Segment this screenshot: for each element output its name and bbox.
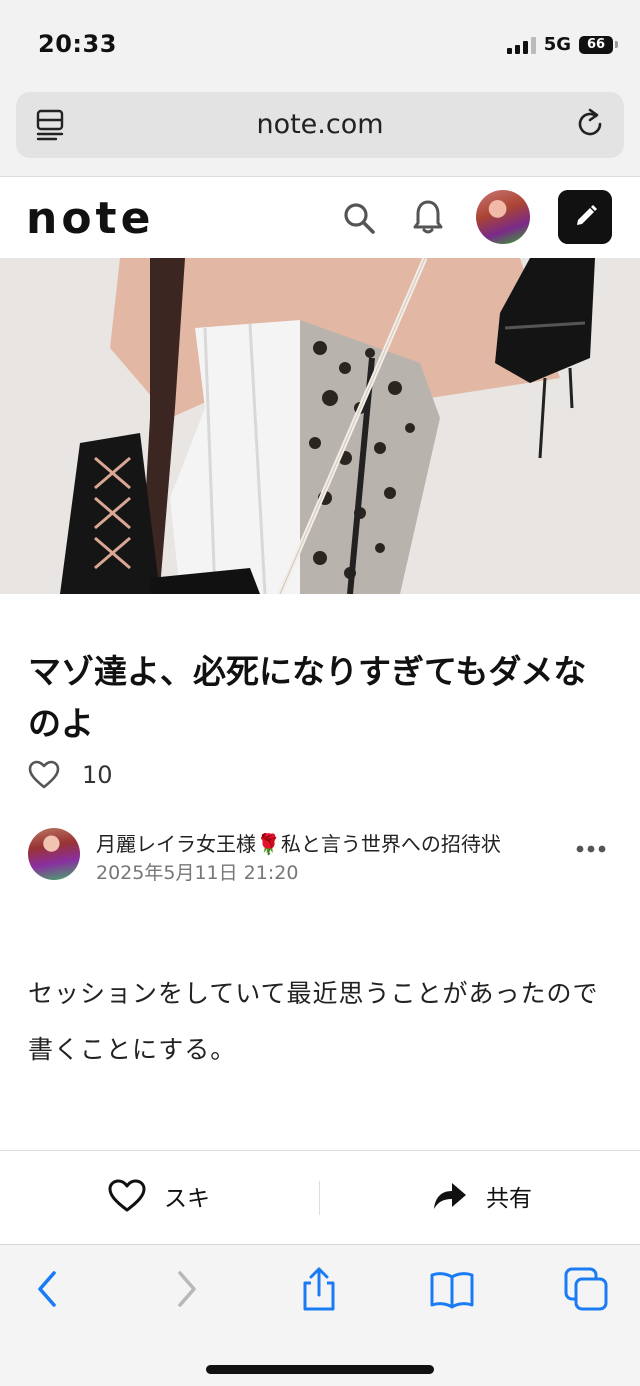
like-summary[interactable]: 10 (28, 760, 113, 790)
article-title: マゾ達よ、必死になりすぎてもダメなのよ (28, 652, 587, 743)
signal-icon (506, 36, 536, 54)
url-text[interactable]: note.com (16, 109, 624, 140)
article: マゾ達よ、必死になりすぎてもダメなのよ 10 月麗レイラ女王様🌹私と言う世界への… (0, 594, 640, 1150)
article-body: セッションをしていて最近思うことがあったので書くことにする。 (28, 979, 599, 1064)
share-label: 共有 (486, 1186, 532, 1212)
bookmarks-icon[interactable] (430, 1267, 474, 1311)
heart-icon[interactable] (28, 760, 60, 790)
share-arrow-icon (434, 1183, 466, 1209)
like-button[interactable]: スキ (108, 1179, 210, 1213)
battery-icon: 66 (579, 35, 618, 54)
author-name[interactable]: 月麗レイラ女王様🌹私と言う世界への招待状 (96, 828, 501, 857)
site-header: note (0, 176, 640, 258)
heart-outline-icon (108, 1179, 146, 1212)
article-action-bar: スキ 共有 (0, 1150, 640, 1244)
article-header-image (0, 258, 640, 594)
address-bar[interactable]: note.com (16, 92, 624, 158)
browser-toolbar (0, 1244, 640, 1386)
author-info: 月麗レイラ女王様🌹私と言う世界への招待状 2025年5月11日 21:20 (28, 826, 612, 884)
reload-icon[interactable] (572, 106, 608, 142)
share-icon[interactable] (297, 1267, 341, 1311)
status-indicators: 5G 66 (506, 34, 618, 55)
bell-icon[interactable] (412, 199, 444, 235)
network-type: 5G (543, 34, 571, 55)
note-logo[interactable]: note (26, 197, 154, 241)
post-date: 2025年5月11日 21:20 (96, 862, 299, 884)
status-time: 20:33 (38, 30, 117, 58)
like-label: スキ (164, 1186, 210, 1212)
home-indicator[interactable] (206, 1365, 434, 1374)
battery-level: 66 (579, 35, 613, 54)
write-post-button[interactable] (558, 190, 612, 244)
user-avatar[interactable] (476, 190, 530, 244)
search-icon[interactable] (342, 201, 376, 235)
more-options-icon[interactable] (576, 844, 606, 854)
status-bar: 20:33 5G 66 (0, 0, 640, 92)
like-count: 10 (82, 761, 113, 789)
forward-icon[interactable] (164, 1267, 208, 1311)
back-icon[interactable] (26, 1267, 70, 1311)
divider (319, 1181, 320, 1215)
author-avatar[interactable] (28, 828, 80, 880)
share-button[interactable]: 共有 (432, 1179, 532, 1213)
tabs-icon[interactable] (564, 1267, 608, 1311)
